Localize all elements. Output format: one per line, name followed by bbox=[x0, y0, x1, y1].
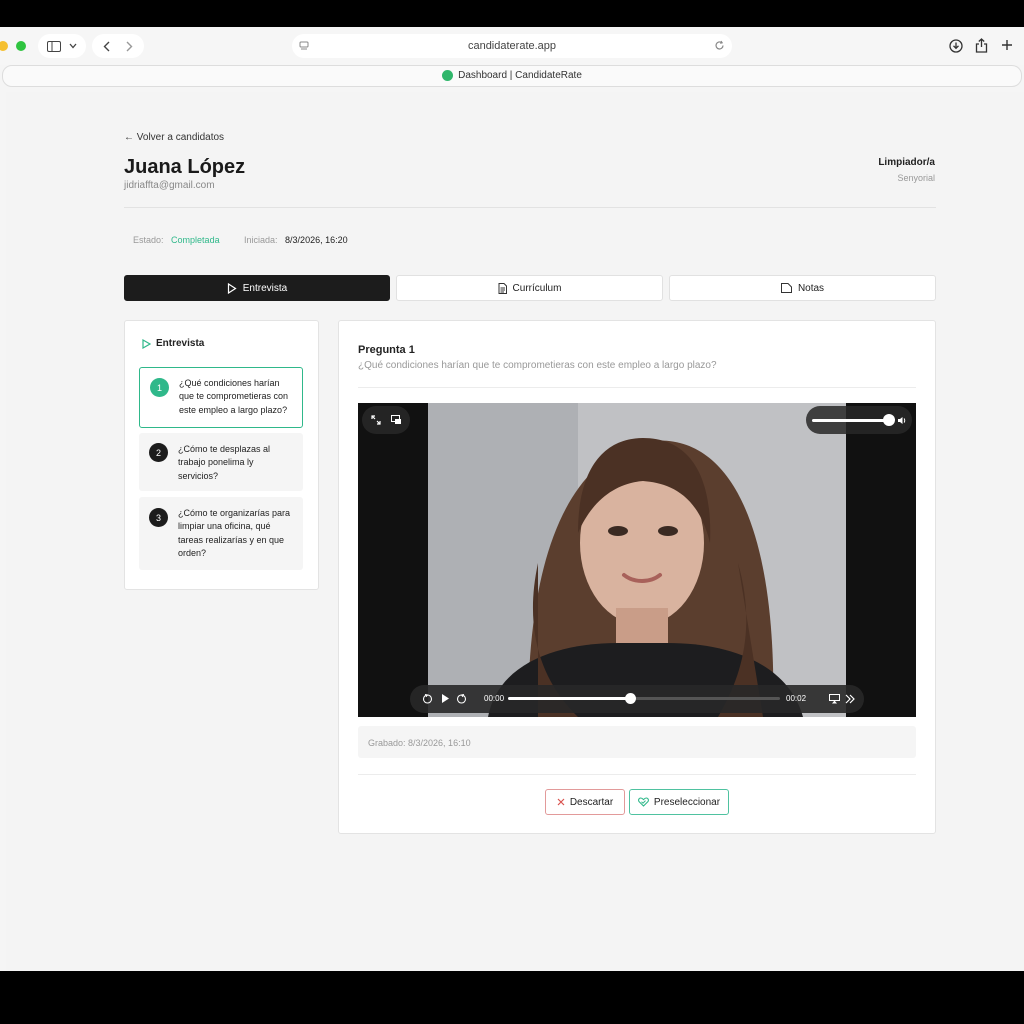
tab-interview[interactable]: Entrevista bbox=[124, 275, 390, 301]
shortlist-label: Preseleccionar bbox=[653, 796, 721, 808]
discard-label: Descartar bbox=[569, 796, 614, 808]
question-number: 3 bbox=[149, 508, 168, 527]
maximize-window-button[interactable] bbox=[16, 41, 26, 51]
back-link-label: Volver a candidatos bbox=[136, 132, 225, 143]
video-player[interactable] bbox=[358, 403, 916, 717]
chevron-down-icon bbox=[69, 43, 77, 49]
question-text: ¿Cómo te desplazas al trabajo ponelima l… bbox=[178, 444, 271, 481]
sidebar-title: Entrevista bbox=[156, 338, 205, 349]
question-divider bbox=[358, 387, 916, 388]
url-text: candidaterate.app bbox=[467, 40, 557, 52]
minimize-window-button[interactable] bbox=[0, 41, 8, 51]
started-label: Iniciada: bbox=[244, 235, 278, 245]
rewind-icon[interactable] bbox=[422, 693, 433, 704]
play-icon bbox=[142, 339, 151, 349]
question-text: ¿Qué condiciones harían que te compromet… bbox=[358, 360, 717, 371]
role-title: Limpiador/a bbox=[878, 157, 935, 168]
actions-divider bbox=[358, 774, 916, 775]
question-title: Pregunta 1 bbox=[358, 344, 415, 356]
volume-slider[interactable] bbox=[812, 419, 888, 422]
tab-resume-label: Currículum bbox=[512, 282, 562, 294]
playback-controls: 00:00 00:02 bbox=[410, 685, 864, 713]
candidate-email: jidriaffta@gmail.com bbox=[124, 180, 215, 191]
tab-notes[interactable]: Notas bbox=[669, 275, 936, 301]
tab-title: Dashboard | CandidateRate bbox=[458, 70, 582, 81]
skip-forward-icon[interactable] bbox=[845, 694, 855, 704]
volume-knob[interactable] bbox=[883, 414, 895, 426]
shortlist-button[interactable]: Preseleccionar bbox=[629, 789, 729, 815]
history-nav bbox=[92, 34, 144, 58]
question-number: 1 bbox=[150, 378, 169, 397]
play-icon bbox=[227, 282, 237, 294]
arrow-left-icon: ← bbox=[124, 132, 134, 143]
question-item-1[interactable]: 1 ¿Qué condiciones harían que te comprom… bbox=[139, 367, 303, 428]
reload-icon[interactable] bbox=[714, 40, 725, 51]
address-bar[interactable]: candidaterate.app bbox=[292, 34, 732, 58]
browser-tab[interactable]: Dashboard | CandidateRate bbox=[2, 65, 1022, 87]
sidebar-icon bbox=[47, 40, 61, 52]
questions-sidebar: Entrevista 1 ¿Qué condiciones harían que… bbox=[124, 320, 319, 590]
status-meta: Estado: Completada bbox=[133, 235, 220, 245]
question-text: ¿Cómo te organizarías para limpiar una o… bbox=[178, 508, 291, 558]
candidate-portrait bbox=[428, 403, 846, 717]
status-badge: Completada bbox=[171, 235, 220, 245]
tab-notes-label: Notas bbox=[797, 282, 825, 294]
discard-button[interactable]: Descartar bbox=[545, 789, 625, 815]
status-label: Estado: bbox=[133, 235, 164, 245]
started-value: 8/3/2026, 16:20 bbox=[285, 235, 348, 245]
share-icon[interactable] bbox=[975, 38, 988, 53]
tab-interview-label: Entrevista bbox=[242, 282, 288, 294]
volume-control[interactable] bbox=[806, 406, 912, 434]
question-item-2[interactable]: 2 ¿Cómo te desplazas al trabajo ponelima… bbox=[139, 433, 303, 491]
video-top-left-controls bbox=[362, 406, 410, 434]
picture-in-picture-icon[interactable] bbox=[391, 415, 402, 425]
progress-bar[interactable] bbox=[508, 693, 780, 704]
close-icon bbox=[557, 798, 565, 806]
candidate-name: Juana López bbox=[124, 156, 246, 178]
note-icon bbox=[780, 283, 792, 293]
volume-icon bbox=[898, 417, 906, 424]
tab-favicon-icon bbox=[442, 70, 454, 81]
document-icon bbox=[498, 282, 507, 294]
candidate-video-frame bbox=[428, 403, 846, 717]
play-button-icon[interactable] bbox=[441, 693, 450, 704]
fullscreen-icon[interactable] bbox=[371, 415, 381, 425]
header-divider bbox=[124, 207, 936, 208]
question-text: ¿Qué condiciones harían que te compromet… bbox=[179, 378, 289, 415]
duration: 00:02 bbox=[786, 694, 807, 703]
tab-resume[interactable]: Currículum bbox=[396, 275, 663, 301]
question-item-3[interactable]: 3 ¿Cómo te organizarías para limpiar una… bbox=[139, 497, 303, 570]
sidebar-toggle-button[interactable] bbox=[38, 34, 86, 58]
new-tab-icon[interactable] bbox=[1001, 39, 1013, 51]
airplay-icon[interactable] bbox=[829, 694, 840, 704]
role-level: Senyorial bbox=[897, 173, 935, 183]
screen-bottom-border bbox=[0, 971, 1024, 1024]
current-time: 00:00 bbox=[484, 694, 505, 703]
progress-fill bbox=[508, 697, 631, 700]
download-icon[interactable] bbox=[949, 39, 963, 53]
forward-icon[interactable] bbox=[456, 693, 467, 704]
browser-toolbar: candidaterate.app bbox=[0, 27, 1024, 65]
forward-arrow-icon[interactable] bbox=[126, 41, 133, 52]
started-meta: Iniciada: 8/3/2026, 16:20 bbox=[244, 235, 348, 245]
screen-top-border bbox=[0, 0, 1024, 27]
back-arrow-icon[interactable] bbox=[103, 41, 110, 52]
progress-handle[interactable] bbox=[625, 693, 637, 704]
heart-check-icon bbox=[637, 797, 649, 807]
recorded-timestamp: Grabado: 8/3/2026, 16:10 bbox=[358, 726, 916, 758]
question-number: 2 bbox=[149, 443, 168, 462]
back-to-candidates-link[interactable]: ← Volver a candidatos bbox=[124, 132, 224, 143]
